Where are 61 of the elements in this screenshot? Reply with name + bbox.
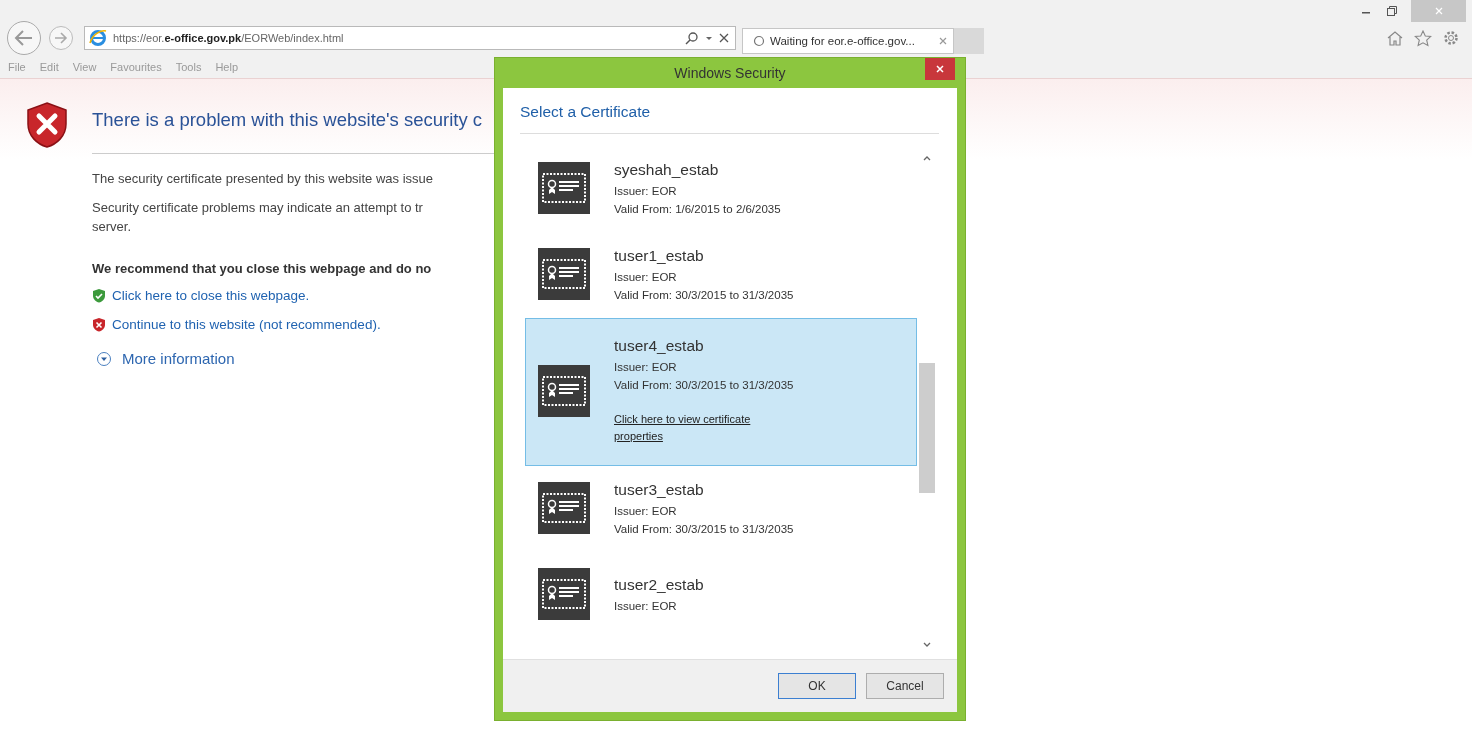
dialog-button[interactable]: OK [778, 673, 856, 699]
certificate-validity: Valid From: 30/3/2015 to 31/3/2035 [614, 523, 794, 535]
certificate-issuer: Issuer: EOR [614, 505, 678, 517]
certificate-name: tuser4_estab [614, 337, 705, 355]
certificate-name: tuser3_estab [614, 481, 705, 499]
page-title: There is a problem with this website's security c [92, 109, 484, 131]
certificate-issuer: Issuer: EOR [614, 361, 678, 373]
restore-icon [1386, 5, 1398, 17]
certificate-issuer: Issuer: EOR [614, 271, 678, 283]
body-text: The security certificate presented by this website was issue [92, 170, 435, 187]
dialog-title: Windows Security [674, 65, 786, 81]
close-tab-icon[interactable] [939, 37, 947, 45]
browser-logo-icon [89, 29, 107, 47]
certificate-validity: Valid From: 1/6/2015 to 2/6/2035 [614, 203, 781, 215]
page-link[interactable]: Continue to this website (not recommended). [112, 317, 381, 332]
scroll-down-icon[interactable] [922, 641, 932, 649]
back-icon[interactable] [6, 20, 42, 56]
close-icon [935, 64, 945, 74]
body-text: Security certificate problems may indicate an attempt to tr [92, 199, 424, 216]
certificate-icon [538, 568, 590, 620]
settings-icon[interactable] [1442, 29, 1460, 47]
dialog-heading: Select a Certificate [519, 102, 652, 121]
scroll-up-icon[interactable] [922, 154, 932, 162]
certificate-validity: Valid From: 30/3/2015 to 31/3/2035 [614, 289, 794, 301]
certificate-item[interactable]: tuser2_estab Issuer: EOR [525, 552, 917, 638]
certificate-icon [538, 162, 590, 214]
recommendation-text: We recommend that you close this webpage and do no [92, 261, 433, 276]
search-icon[interactable] [685, 31, 699, 45]
star-icon[interactable] [1414, 29, 1432, 47]
expand-icon[interactable] [96, 350, 112, 367]
loading-icon [753, 35, 765, 47]
certificate-item[interactable]: tuser1_estab Issuer: EOR Valid From: 30/3/2015 to 31/3/2035 [525, 232, 917, 318]
certificate-validity: Valid From: 30/3/2015 to 31/3/2035 [614, 379, 794, 391]
view-properties-link[interactable]: Click here to view certificate properties [614, 411, 784, 445]
certificate-name: tuser1_estab [614, 247, 705, 265]
dialog-button[interactable]: Cancel [866, 673, 944, 699]
certificate-icon [538, 482, 590, 534]
certificate-name: tuser2_estab [614, 576, 704, 594]
certificate-item[interactable]: tuser3_estab Issuer: EOR Valid From: 30/3/2015 to 31/3/2035 [525, 466, 917, 552]
more-information-link[interactable]: More information [122, 350, 235, 367]
dropdown-icon[interactable] [705, 34, 713, 42]
shield-icon [92, 317, 106, 332]
body-text: server. [92, 218, 132, 235]
stop-icon[interactable] [719, 33, 729, 43]
certificate-name: syeshah_estab [614, 161, 720, 179]
address-field[interactable]: https://eor.e-office.gov.pk/EORWeb/index.html [84, 26, 736, 50]
close-button[interactable] [925, 58, 955, 80]
certificate-icon [538, 365, 590, 417]
shield-icon [92, 288, 106, 303]
certificate-item[interactable]: tuser4_estab Issuer: EOR Valid From: 30/3/2015 to 31/3/2035 Click here to view certificate properties [525, 318, 917, 466]
certificate-icon [538, 248, 590, 300]
certificate-item[interactable]: syeshah_estab Issuer: EOR Valid From: 1/6/2015 to 2/6/2035 [525, 146, 917, 232]
certificate-issuer: Issuer: EOR [614, 600, 678, 612]
scrollbar-thumb[interactable] [919, 363, 935, 493]
error-shield-icon [25, 101, 69, 149]
certificate-issuer: Issuer: EOR [614, 185, 678, 197]
home-icon[interactable] [1386, 30, 1404, 46]
forward-icon[interactable] [48, 25, 74, 51]
page-link[interactable]: Click here to close this webpage. [112, 288, 310, 303]
close-icon [1433, 6, 1444, 16]
browser-tab[interactable]: Waiting for eor.e-office.gov... [742, 28, 954, 54]
